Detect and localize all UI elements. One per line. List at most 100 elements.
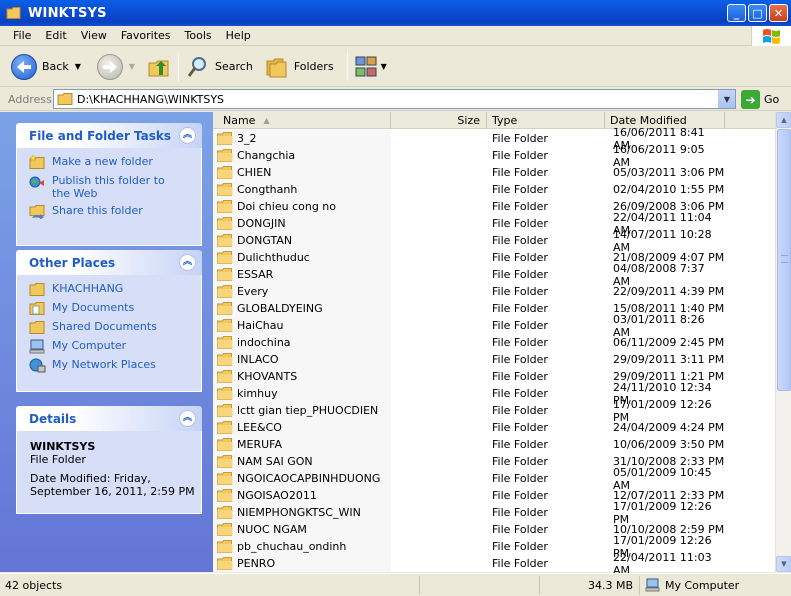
back-button[interactable]: Back ▼ bbox=[8, 50, 84, 84]
file-name: DONGJIN bbox=[237, 217, 286, 230]
address-dropdown-icon[interactable]: ▼ bbox=[718, 90, 735, 108]
collapse-chevron-icon[interactable]: ︽ bbox=[179, 410, 196, 427]
file-date-modified: 02/04/2010 1:55 PM bbox=[613, 183, 725, 196]
folder-icon bbox=[217, 370, 233, 383]
share-folder-link[interactable]: Share this folder bbox=[29, 204, 201, 219]
file-row[interactable]: MERUFA File Folder 10/06/2009 3:50 PM bbox=[213, 436, 775, 453]
forward-dropdown-icon[interactable]: ▼ bbox=[129, 62, 135, 71]
my-documents-icon bbox=[29, 302, 45, 315]
column-size[interactable]: Size bbox=[391, 112, 487, 129]
file-name: NIEMPHONGKTSC_WIN bbox=[237, 506, 361, 519]
forward-button[interactable]: ▼ bbox=[94, 50, 138, 84]
file-row[interactable]: indochina File Folder 06/11/2009 2:45 PM bbox=[213, 334, 775, 351]
file-row[interactable]: NIEMPHONGKTSC_WIN File Folder 17/01/2009 1… bbox=[213, 500, 775, 526]
file-row[interactable]: Changchia File Folder 16/06/2011 9:05 AM bbox=[213, 143, 775, 169]
file-name: NAM SAI GON bbox=[237, 455, 313, 468]
file-type: File Folder bbox=[492, 455, 548, 468]
maximize-button[interactable]: □ bbox=[748, 4, 767, 22]
file-row[interactable]: HaiChau File Folder 03/01/2011 8:26 AM bbox=[213, 313, 775, 339]
publish-folder-link[interactable]: Publish this folder to the Web bbox=[29, 174, 201, 200]
file-type: File Folder bbox=[492, 183, 548, 196]
views-button[interactable]: ▼ bbox=[352, 50, 390, 84]
search-button[interactable]: Search bbox=[183, 50, 256, 84]
collapse-chevron-icon[interactable]: ︽ bbox=[179, 254, 196, 271]
title-bar: WINKTSYS _ □ ✕ bbox=[0, 0, 791, 26]
file-name-cell: INLACO bbox=[213, 351, 391, 368]
status-size: 34.3 MB bbox=[540, 575, 640, 595]
file-row[interactable]: ESSAR File Folder 04/08/2008 7:37 AM bbox=[213, 262, 775, 288]
file-row[interactable]: NGOICAOCAPBINHDUONG File Folder 05/01/2009… bbox=[213, 466, 775, 492]
file-name-cell: KHOVANTS bbox=[213, 368, 391, 385]
shared-documents-icon bbox=[29, 321, 45, 334]
file-name-cell: LEE&CO bbox=[213, 419, 391, 436]
scroll-thumb[interactable] bbox=[777, 129, 791, 391]
network-places-icon bbox=[29, 358, 46, 373]
file-name-cell: NUOC NGAM bbox=[213, 521, 391, 538]
details-header[interactable]: Details ︽ bbox=[16, 406, 202, 431]
address-input[interactable]: D:\KHACHHANG\WINKTSYS ▼ bbox=[53, 89, 736, 109]
file-row[interactable]: DONGTAN File Folder 14/07/2011 10:28 AM bbox=[213, 228, 775, 254]
my-computer-icon bbox=[645, 578, 660, 592]
file-type: File Folder bbox=[492, 251, 548, 264]
back-dropdown-icon[interactable]: ▼ bbox=[75, 62, 81, 71]
file-row[interactable]: LEE&CO File Folder 24/04/2009 4:24 PM bbox=[213, 419, 775, 436]
file-type: File Folder bbox=[492, 523, 548, 536]
scroll-up-button[interactable]: ▲ bbox=[776, 112, 791, 128]
file-type: File Folder bbox=[492, 302, 548, 315]
menu-view[interactable]: View bbox=[74, 29, 114, 42]
folders-button[interactable]: Folders bbox=[262, 50, 337, 84]
views-dropdown-icon[interactable]: ▼ bbox=[381, 62, 387, 71]
file-type: File Folder bbox=[492, 370, 548, 383]
other-places-header[interactable]: Other Places ︽ bbox=[16, 250, 202, 275]
column-type[interactable]: Type bbox=[487, 112, 605, 129]
vertical-scrollbar[interactable]: ▲ ▼ bbox=[775, 112, 791, 572]
close-button[interactable]: ✕ bbox=[769, 4, 788, 22]
file-date-modified: 24/04/2009 4:24 PM bbox=[613, 421, 725, 434]
status-location: My Computer bbox=[640, 576, 791, 595]
place-network-places-link[interactable]: My Network Places bbox=[29, 358, 201, 373]
file-row[interactable]: Congthanh File Folder 02/04/2010 1:55 PM bbox=[213, 181, 775, 198]
file-date-modified: 05/03/2011 3:06 PM bbox=[613, 166, 725, 179]
details-type: File Folder bbox=[30, 453, 86, 466]
place-my-computer-link[interactable]: My Computer bbox=[29, 339, 201, 354]
my-computer-icon bbox=[29, 339, 45, 354]
status-bar: 42 objects 34.3 MB My Computer bbox=[0, 573, 791, 596]
place-shared-documents-link[interactable]: Shared Documents bbox=[29, 320, 201, 335]
minimize-button[interactable]: _ bbox=[727, 4, 746, 22]
file-row[interactable]: CHIEN File Folder 05/03/2011 3:06 PM bbox=[213, 164, 775, 181]
windows-logo bbox=[751, 26, 791, 46]
status-object-count: 42 objects bbox=[0, 575, 420, 595]
file-name: NGOISAO2011 bbox=[237, 489, 317, 502]
menu-help[interactable]: Help bbox=[219, 29, 258, 42]
up-folder-button[interactable] bbox=[144, 50, 174, 84]
search-icon bbox=[187, 56, 207, 77]
file-row[interactable]: PENRO File Folder 22/04/2011 11:03 AM bbox=[213, 551, 775, 577]
file-type: File Folder bbox=[492, 200, 548, 213]
folder-icon bbox=[217, 302, 233, 315]
folder-icon bbox=[217, 557, 233, 570]
file-name: 3_2 bbox=[237, 132, 257, 145]
collapse-chevron-icon[interactable]: ︽ bbox=[179, 127, 196, 144]
task-label: My Computer bbox=[52, 339, 127, 352]
go-button[interactable]: ➔ Go bbox=[741, 90, 779, 109]
file-name-cell: CHIEN bbox=[213, 164, 391, 181]
menu-favorites[interactable]: Favorites bbox=[114, 29, 178, 42]
scroll-down-button[interactable]: ▼ bbox=[776, 556, 791, 572]
file-folder-tasks-header[interactable]: File and Folder Tasks ︽ bbox=[16, 123, 202, 148]
folder-icon bbox=[217, 132, 233, 145]
menu-edit[interactable]: Edit bbox=[38, 29, 73, 42]
place-my-documents-link[interactable]: My Documents bbox=[29, 301, 201, 316]
file-row[interactable]: Every File Folder 22/09/2011 4:39 PM bbox=[213, 283, 775, 300]
make-new-folder-link[interactable]: Make a new folder bbox=[29, 155, 201, 170]
file-row[interactable]: INLACO File Folder 29/09/2011 3:11 PM bbox=[213, 351, 775, 368]
folder-icon bbox=[217, 149, 233, 162]
menu-file[interactable]: File bbox=[0, 29, 38, 42]
file-name-cell: MERUFA bbox=[213, 436, 391, 453]
column-name[interactable]: Name ▲ bbox=[213, 112, 391, 129]
folder-icon bbox=[217, 421, 233, 434]
file-name-cell: NGOISAO2011 bbox=[213, 487, 391, 504]
menu-tools[interactable]: Tools bbox=[178, 29, 219, 42]
file-type: File Folder bbox=[492, 540, 548, 553]
file-row[interactable]: lctt gian tiep_PHUOCDIEN File Folder 17/01… bbox=[213, 398, 775, 424]
place-khachhang-link[interactable]: KHACHHANG bbox=[29, 282, 201, 297]
